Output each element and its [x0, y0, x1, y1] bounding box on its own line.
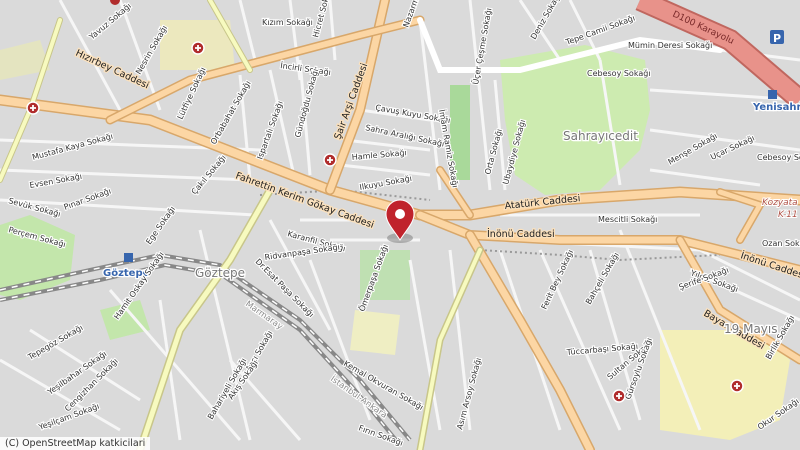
svg-text:Mescitli Sokağı: Mescitli Sokağı [598, 215, 657, 224]
label-kozyatagi: Kozyata [762, 198, 798, 208]
svg-text:Kızım Sokağı: Kızım Sokağı [262, 18, 313, 27]
label-k11: K-11 [778, 210, 798, 220]
attribution-text[interactable]: (C) OpenStreetMap katkicilari [0, 437, 151, 450]
svg-text:Yenisahra: Yenisahra [752, 102, 800, 113]
label-inonu-caddesi: İnönü Caddesi [487, 229, 555, 240]
svg-text:Mümin Deresi Sokağı: Mümin Deresi Sokağı [628, 41, 712, 50]
map-canvas[interactable]: D100 Karayolu Fahrettin Kerim Gökay Cadd… [0, 0, 800, 450]
svg-text:Cebesoy Sokağı: Cebesoy Sokağı [757, 153, 800, 162]
map-viewport[interactable]: D100 Karayolu Fahrettin Kerim Gökay Cadd… [0, 0, 800, 450]
parking-icon[interactable]: P [770, 30, 784, 45]
svg-text:P: P [773, 32, 781, 45]
label-district-goztepe: Göztepe [195, 266, 245, 280]
label-district-sahrayicedit: Sahrayıcedit [563, 129, 638, 143]
label-district-19-mayis: 19 Mayıs [724, 322, 777, 336]
svg-text:Ozan Sokağı: Ozan Sokağı [762, 239, 800, 248]
svg-text:Cebesoy Sokağı: Cebesoy Sokağı [587, 69, 651, 78]
location-pin-icon[interactable] [385, 199, 415, 243]
